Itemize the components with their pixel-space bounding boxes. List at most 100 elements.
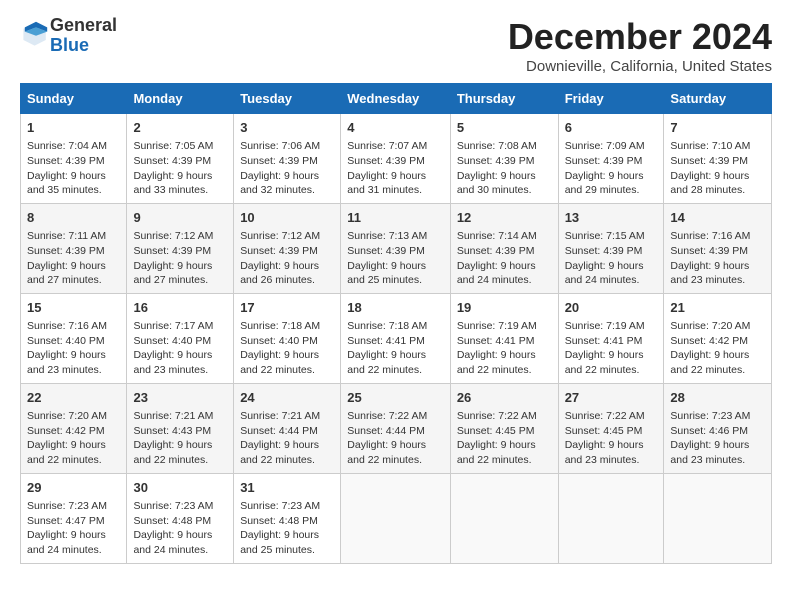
column-header-sunday: Sunday (21, 84, 127, 114)
day-number: 29 (27, 479, 120, 497)
day-info: Sunrise: 7:13 AM Sunset: 4:39 PM Dayligh… (347, 229, 444, 288)
title-area: December 2024 Downieville, California, U… (508, 16, 772, 75)
calendar-cell: 13 Sunrise: 7:15 AM Sunset: 4:39 PM Dayli… (558, 203, 664, 293)
calendar-cell: 31 Sunrise: 7:23 AM Sunset: 4:48 PM Dayli… (234, 473, 341, 563)
day-info: Sunrise: 7:21 AM Sunset: 4:44 PM Dayligh… (240, 409, 334, 468)
calendar-cell: 7Sunrise: 7:10 AM Sunset: 4:39 PM Daylig… (664, 114, 772, 204)
calendar-cell: 16Sunrise: 7:17 AM Sunset: 4:40 PM Dayli… (127, 293, 234, 383)
logo-text: GeneralBlue (50, 16, 117, 56)
day-number: 27 (565, 389, 658, 407)
logo-icon (22, 19, 50, 47)
day-info: Sunrise: 7:06 AM Sunset: 4:39 PM Dayligh… (240, 139, 334, 198)
calendar-cell: 27 Sunrise: 7:22 AM Sunset: 4:45 PM Dayli… (558, 383, 664, 473)
day-number: 19 (457, 299, 552, 317)
calendar-cell: 6 Sunrise: 7:09 AM Sunset: 4:39 PM Daylig… (558, 114, 664, 204)
day-number: 7 (670, 119, 765, 137)
day-info: Sunrise: 7:08 AM Sunset: 4:39 PM Dayligh… (457, 139, 552, 198)
day-info: Sunrise: 7:12 AM Sunset: 4:39 PM Dayligh… (240, 229, 334, 288)
day-number: 30 (133, 479, 227, 497)
calendar-cell (664, 473, 772, 563)
calendar-cell (558, 473, 664, 563)
calendar-header-row: SundayMondayTuesdayWednesdayThursdayFrid… (21, 84, 772, 114)
day-number: 2 (133, 119, 227, 137)
calendar-cell: 15Sunrise: 7:16 AM Sunset: 4:40 PM Dayli… (21, 293, 127, 383)
day-info: Sunrise: 7:18 AM Sunset: 4:40 PM Dayligh… (240, 319, 334, 378)
day-info: Sunrise: 7:23 AM Sunset: 4:48 PM Dayligh… (240, 499, 334, 558)
calendar-cell: 22Sunrise: 7:20 AM Sunset: 4:42 PM Dayli… (21, 383, 127, 473)
day-number: 8 (27, 209, 120, 227)
logo: GeneralBlue (20, 16, 117, 56)
day-number: 17 (240, 299, 334, 317)
day-number: 21 (670, 299, 765, 317)
day-info: Sunrise: 7:19 AM Sunset: 4:41 PM Dayligh… (565, 319, 658, 378)
column-header-saturday: Saturday (664, 84, 772, 114)
day-number: 24 (240, 389, 334, 407)
day-info: Sunrise: 7:23 AM Sunset: 4:48 PM Dayligh… (133, 499, 227, 558)
day-info: Sunrise: 7:19 AM Sunset: 4:41 PM Dayligh… (457, 319, 552, 378)
day-info: Sunrise: 7:11 AM Sunset: 4:39 PM Dayligh… (27, 229, 120, 288)
calendar-cell: 20Sunrise: 7:19 AM Sunset: 4:41 PM Dayli… (558, 293, 664, 383)
calendar-cell: 29 Sunrise: 7:23 AM Sunset: 4:47 PM Dayli… (21, 473, 127, 563)
calendar-cell: 5 Sunrise: 7:08 AM Sunset: 4:39 PM Daylig… (450, 114, 558, 204)
day-number: 5 (457, 119, 552, 137)
day-info: Sunrise: 7:22 AM Sunset: 4:45 PM Dayligh… (457, 409, 552, 468)
day-info: Sunrise: 7:23 AM Sunset: 4:47 PM Dayligh… (27, 499, 120, 558)
day-number: 12 (457, 209, 552, 227)
day-number: 14 (670, 209, 765, 227)
day-info: Sunrise: 7:04 AM Sunset: 4:39 PM Dayligh… (27, 139, 120, 198)
month-title: December 2024 (508, 16, 772, 58)
day-number: 9 (133, 209, 227, 227)
day-info: Sunrise: 7:15 AM Sunset: 4:39 PM Dayligh… (565, 229, 658, 288)
calendar-cell: 28 Sunrise: 7:23 AM Sunset: 4:46 PM Dayli… (664, 383, 772, 473)
calendar-cell: 1Sunrise: 7:04 AM Sunset: 4:39 PM Daylig… (21, 114, 127, 204)
column-header-tuesday: Tuesday (234, 84, 341, 114)
calendar-table: SundayMondayTuesdayWednesdayThursdayFrid… (20, 83, 772, 564)
column-header-friday: Friday (558, 84, 664, 114)
day-number: 26 (457, 389, 552, 407)
calendar-week-row: 15Sunrise: 7:16 AM Sunset: 4:40 PM Dayli… (21, 293, 772, 383)
calendar-cell: 21 Sunrise: 7:20 AM Sunset: 4:42 PM Dayli… (664, 293, 772, 383)
calendar-cell: 14 Sunrise: 7:16 AM Sunset: 4:39 PM Dayli… (664, 203, 772, 293)
calendar-cell: 23Sunrise: 7:21 AM Sunset: 4:43 PM Dayli… (127, 383, 234, 473)
calendar-cell: 19 Sunrise: 7:19 AM Sunset: 4:41 PM Dayli… (450, 293, 558, 383)
calendar-cell: 12 Sunrise: 7:14 AM Sunset: 4:39 PM Dayli… (450, 203, 558, 293)
day-info: Sunrise: 7:22 AM Sunset: 4:45 PM Dayligh… (565, 409, 658, 468)
day-info: Sunrise: 7:14 AM Sunset: 4:39 PM Dayligh… (457, 229, 552, 288)
day-info: Sunrise: 7:05 AM Sunset: 4:39 PM Dayligh… (133, 139, 227, 198)
day-info: Sunrise: 7:12 AM Sunset: 4:39 PM Dayligh… (133, 229, 227, 288)
day-number: 31 (240, 479, 334, 497)
calendar-cell: 11 Sunrise: 7:13 AM Sunset: 4:39 PM Dayli… (341, 203, 451, 293)
day-number: 6 (565, 119, 658, 137)
column-header-thursday: Thursday (450, 84, 558, 114)
day-number: 10 (240, 209, 334, 227)
day-number: 13 (565, 209, 658, 227)
column-header-monday: Monday (127, 84, 234, 114)
day-info: Sunrise: 7:09 AM Sunset: 4:39 PM Dayligh… (565, 139, 658, 198)
calendar-cell: 9 Sunrise: 7:12 AM Sunset: 4:39 PM Daylig… (127, 203, 234, 293)
calendar-cell (450, 473, 558, 563)
day-number: 11 (347, 209, 444, 227)
day-info: Sunrise: 7:20 AM Sunset: 4:42 PM Dayligh… (670, 319, 765, 378)
location-title: Downieville, California, United States (508, 58, 772, 75)
column-header-wednesday: Wednesday (341, 84, 451, 114)
day-info: Sunrise: 7:16 AM Sunset: 4:39 PM Dayligh… (670, 229, 765, 288)
day-number: 25 (347, 389, 444, 407)
day-info: Sunrise: 7:22 AM Sunset: 4:44 PM Dayligh… (347, 409, 444, 468)
day-info: Sunrise: 7:23 AM Sunset: 4:46 PM Dayligh… (670, 409, 765, 468)
calendar-week-row: 29 Sunrise: 7:23 AM Sunset: 4:47 PM Dayli… (21, 473, 772, 563)
calendar-week-row: 22Sunrise: 7:20 AM Sunset: 4:42 PM Dayli… (21, 383, 772, 473)
day-info: Sunrise: 7:21 AM Sunset: 4:43 PM Dayligh… (133, 409, 227, 468)
calendar-cell: 4Sunrise: 7:07 AM Sunset: 4:39 PM Daylig… (341, 114, 451, 204)
calendar-cell: 26 Sunrise: 7:22 AM Sunset: 4:45 PM Dayli… (450, 383, 558, 473)
calendar-week-row: 8 Sunrise: 7:11 AM Sunset: 4:39 PM Daylig… (21, 203, 772, 293)
calendar-cell: 18Sunrise: 7:18 AM Sunset: 4:41 PM Dayli… (341, 293, 451, 383)
day-number: 18 (347, 299, 444, 317)
header: GeneralBlue December 2024 Downieville, C… (20, 16, 772, 75)
day-number: 28 (670, 389, 765, 407)
calendar-cell: 30 Sunrise: 7:23 AM Sunset: 4:48 PM Dayli… (127, 473, 234, 563)
calendar-week-row: 1Sunrise: 7:04 AM Sunset: 4:39 PM Daylig… (21, 114, 772, 204)
day-number: 4 (347, 119, 444, 137)
day-number: 16 (133, 299, 227, 317)
calendar-cell (341, 473, 451, 563)
calendar-cell: 2 Sunrise: 7:05 AM Sunset: 4:39 PM Daylig… (127, 114, 234, 204)
